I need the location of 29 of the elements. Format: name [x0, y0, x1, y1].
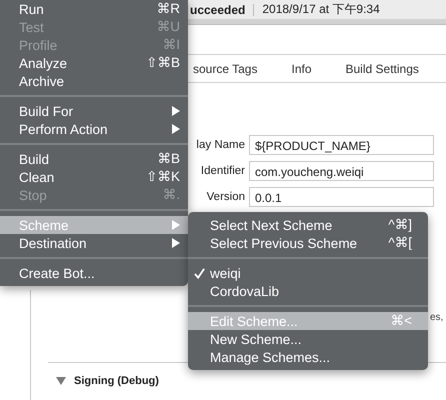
tab[interactable]: Info [291, 62, 312, 76]
menu-item[interactable]: Destination [0, 234, 188, 252]
menu-item[interactable]: Select Previous Scheme ^⌘[ [188, 234, 428, 252]
field-label: lay Name [196, 139, 245, 151]
menu-item[interactable]: Create Bot... [0, 264, 188, 282]
tab[interactable]: Build Settings [346, 62, 419, 76]
menu-item[interactable]: Build ⌘B [0, 150, 188, 168]
text-fragment: es, [430, 312, 444, 323]
menu-item[interactable]: Build For [0, 102, 188, 120]
input-field[interactable]: com.youcheng.weiqi [249, 161, 434, 181]
tab[interactable]: source Tags [193, 62, 258, 76]
menu-item[interactable]: Select Next Scheme ^⌘] [188, 216, 428, 234]
build-status: ucceeded [190, 2, 246, 16]
input-field[interactable]: ${PRODUCT_NAME} [249, 135, 434, 155]
menu-item[interactable]: Run ⌘R [0, 0, 188, 18]
field-label: Identifier [200, 165, 245, 177]
menu-item[interactable]: Analyze ⇧⌘B [0, 54, 188, 72]
section-title: Signing (Debug) [74, 375, 159, 387]
menu-item[interactable]: Perform Action [0, 120, 188, 138]
menu-item[interactable]: Archive [0, 72, 188, 90]
input-field[interactable]: 0.0.1 [249, 187, 434, 207]
menu-item[interactable]: CordovaLib [188, 282, 428, 300]
disclosure-triangle-icon[interactable] [56, 377, 66, 385]
menu-item[interactable]: Manage Schemes... [188, 348, 428, 366]
field-label: Version [206, 191, 245, 203]
timestamp: 2018/9/17 at 下午9:34 [262, 1, 380, 18]
menu-item[interactable]: Clean ⇧⌘K [0, 168, 188, 186]
menu-item[interactable]: weiqi [188, 264, 428, 282]
menu-item[interactable]: New Scheme... [188, 330, 428, 348]
